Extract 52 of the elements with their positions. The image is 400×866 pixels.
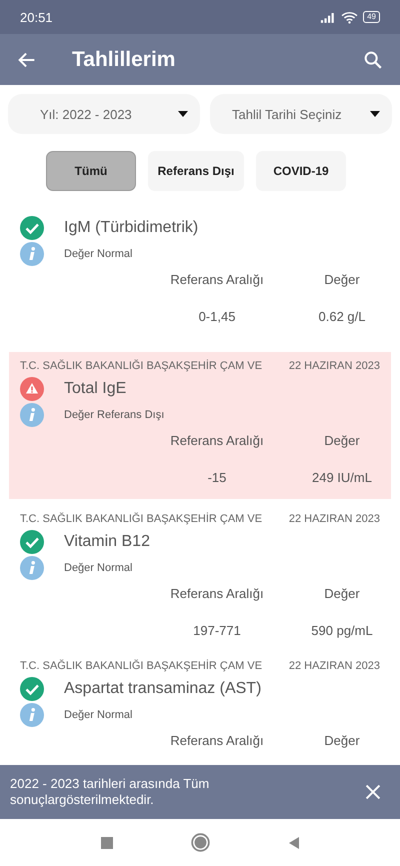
institution-name: T.C. SAĞLIK BAKANLIĞI BAŞAKŞEHİR ÇAM VE	[20, 660, 262, 672]
status-text: Değer Referans Dışı	[64, 409, 164, 421]
info-icon	[20, 556, 44, 580]
column-label: Referans Aralığı	[169, 733, 265, 748]
check-circle-icon	[20, 677, 44, 701]
test-name: Aspartat transaminaz (AST)	[64, 680, 262, 698]
test-name: Total IgE	[64, 380, 126, 398]
info-icon	[20, 703, 44, 727]
screen-title: Tahlillerim	[72, 48, 176, 72]
test-name: Vitamin B12	[64, 533, 150, 551]
status-text: Değer Normal	[64, 248, 132, 260]
info-icon	[20, 242, 44, 266]
filter-tab[interactable]: COVID-19	[256, 151, 346, 191]
column-label: Değer	[323, 586, 361, 601]
result-value: 590 pg/mL	[310, 623, 374, 638]
info-icon	[20, 403, 44, 427]
column-label: Değer	[323, 433, 361, 448]
dropdown-caret-icon	[370, 111, 380, 117]
column-label: Referans Aralığı	[169, 433, 265, 448]
check-circle-icon	[20, 216, 44, 240]
search-icon	[362, 48, 384, 70]
result-value: 249 IU/mL	[311, 470, 373, 485]
column-label: Değer	[323, 272, 361, 287]
dropdown-field[interactable]: Yıl: 2022 - 2023	[8, 94, 200, 134]
status-text: Değer Normal	[64, 562, 132, 574]
filter-tab[interactable]: Referans Dışı	[148, 151, 244, 191]
signal-icon	[320, 12, 336, 22]
reference-range: 197-771	[192, 623, 242, 638]
home-circle-icon	[190, 833, 210, 852]
result-value: 0.62 g/L	[318, 309, 366, 324]
result-date: 22 HAZIRAN 2023	[288, 360, 380, 372]
wifi-icon	[341, 10, 358, 24]
warning-circle-icon	[20, 377, 44, 401]
clock-time: 20:51	[20, 10, 53, 24]
reference-range: -15	[206, 470, 228, 485]
column-label: Referans Aralığı	[169, 272, 265, 287]
dropdown-caret-icon	[178, 111, 188, 117]
institution-name: T.C. SAĞLIK BAKANLIĞI BAŞAKŞEHİR ÇAM VE	[20, 360, 262, 372]
institution-name: T.C. SAĞLIK BAKANLIĞI BAŞAKŞEHİR ÇAM VE	[20, 513, 262, 525]
check-circle-icon	[20, 530, 44, 554]
battery-level: 49	[363, 11, 380, 23]
filter-tab[interactable]: Tümü	[46, 151, 136, 191]
snackbar-message: 2022 - 2023 tarihleri arasında Tüm sonuçlargösterilmektedir.	[10, 776, 210, 808]
test-name: IgM (Türbidimetrik)	[64, 219, 198, 237]
result-date: 22 HAZIRAN 2023	[288, 513, 380, 525]
dropdown-field[interactable]: Tahlil Tarihi Seçiniz	[210, 94, 392, 134]
reference-range: 0-1,45	[198, 309, 236, 324]
column-label: Referans Aralığı	[169, 586, 265, 601]
column-label: Değer	[323, 733, 361, 748]
square-nav-icon	[98, 834, 114, 850]
result-date: 22 HAZIRAN 2023	[288, 660, 380, 672]
status-text: Değer Normal	[64, 709, 132, 721]
